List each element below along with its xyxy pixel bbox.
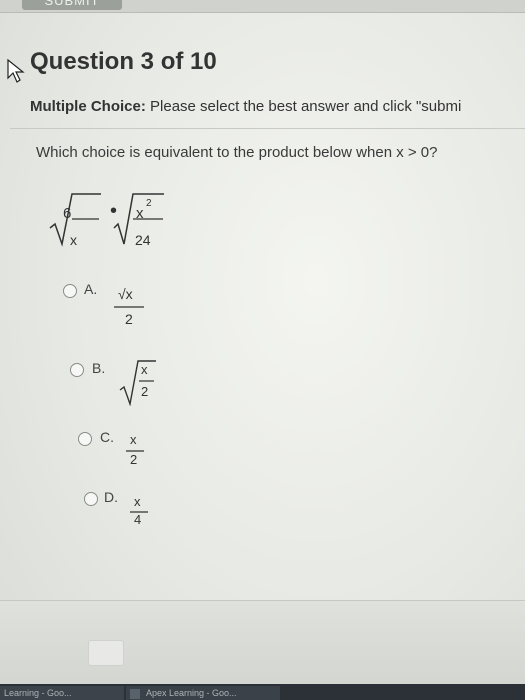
option-d-denominator: 4 — [134, 512, 142, 527]
option-c-numerator: x — [130, 432, 137, 447]
divider — [10, 128, 525, 129]
taskbar-item-apex-learning[interactable]: Apex Learning - Goo... — [126, 686, 280, 700]
right-numerator: x — [136, 205, 144, 222]
option-a-letter: A. — [84, 281, 98, 297]
option-a-numerator: √x — [118, 286, 133, 302]
option-d-numerator: x — [134, 494, 141, 509]
instructions-label: Multiple Choice: — [30, 98, 146, 115]
left-numerator: 6 — [63, 205, 72, 222]
question-text: Which choice is equivalent to the produc… — [36, 144, 438, 161]
option-d-radio[interactable] — [84, 492, 98, 506]
option-c-denominator: 2 — [130, 452, 138, 467]
left-denominator: x — [70, 232, 77, 248]
question-title: Question 3 of 10 — [30, 48, 217, 75]
right-denominator: 24 — [135, 232, 151, 248]
scroll-handle[interactable] — [88, 640, 124, 666]
taskbar-item-apex-label: Apex Learning - Goo... — [146, 688, 237, 698]
instructions: Multiple Choice: Please select the best … — [30, 98, 461, 115]
option-a-fraction-bar — [114, 306, 144, 308]
option-b-letter: B. — [92, 360, 106, 376]
option-b-numerator: x — [141, 362, 148, 377]
browser-icon — [130, 688, 140, 699]
option-c-radio[interactable] — [78, 432, 92, 446]
option-c-letter: C. — [100, 429, 114, 445]
multiplication-dot: • — [110, 200, 118, 222]
option-a-radio[interactable] — [63, 284, 77, 298]
submit-button[interactable]: SUBMIT — [22, 0, 122, 10]
instructions-text: Please select the best answer and click … — [150, 98, 462, 115]
mouse-cursor-icon — [7, 58, 25, 83]
taskbar-item-learning[interactable]: Learning - Goo... — [0, 686, 124, 700]
bottom-panel — [0, 600, 525, 689]
option-d-letter: D. — [104, 489, 118, 505]
option-b-radio[interactable] — [70, 363, 84, 377]
top-toolbar: SUBMIT — [0, 0, 525, 13]
option-b-radical — [119, 360, 156, 406]
right-exponent: 2 — [146, 198, 152, 209]
option-b-denominator: 2 — [141, 384, 149, 399]
option-a-denominator: 2 — [125, 311, 133, 327]
